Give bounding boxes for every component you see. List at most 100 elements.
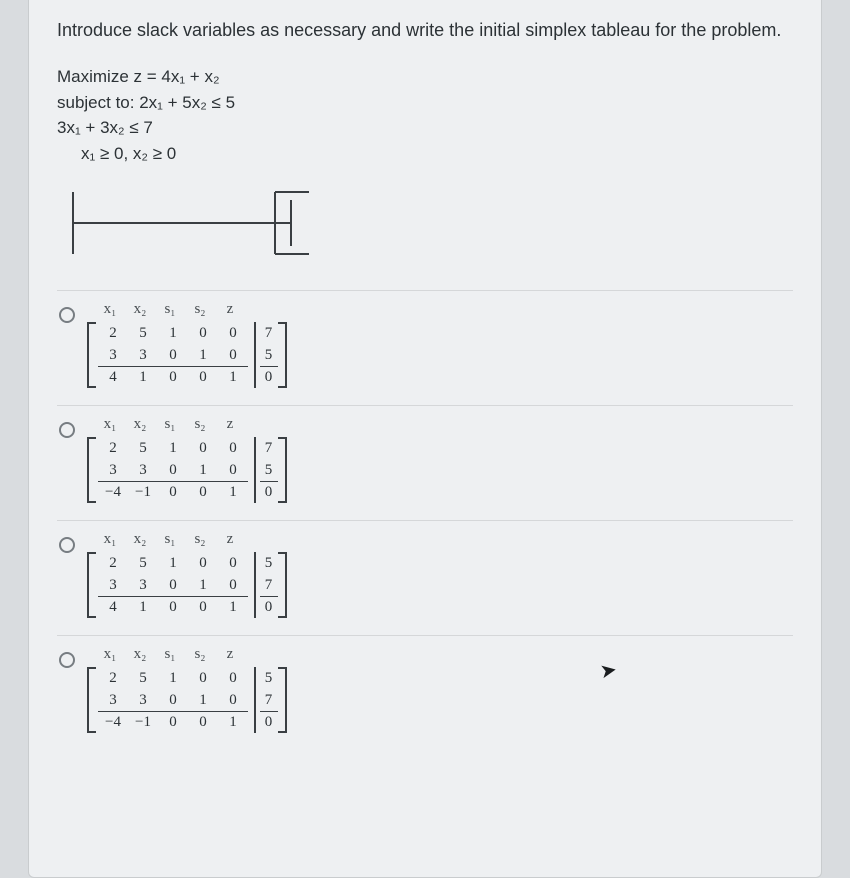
matrix-column-headers: x₁x₂s₁s₂z — [87, 416, 287, 433]
matrix-body: 251003301041001750 — [87, 322, 287, 388]
problem-formulation: Maximize z = 4x₁ + x₂ subject to: 2x₁ + … — [57, 64, 793, 166]
matrix-cell: 0 — [188, 555, 218, 572]
rhs-cell: 5 — [260, 344, 278, 366]
rhs-cell: 7 — [260, 322, 278, 344]
augment-separator — [254, 552, 256, 618]
radio-button[interactable] — [59, 307, 75, 323]
matrix-cell: 0 — [158, 369, 188, 386]
matrix-cell: 0 — [158, 484, 188, 501]
matrix-cell: 1 — [218, 599, 248, 616]
tableau-matrix: x₁x₂s₁s₂z2510033010−4−1001750 — [87, 416, 287, 508]
matrix-cell: 0 — [188, 440, 218, 457]
column-header: x₂ — [125, 646, 155, 663]
rhs-cell: 5 — [260, 667, 278, 689]
answer-option[interactable]: x₁x₂s₁s₂z2510033010−4−1001750 — [57, 405, 793, 520]
right-bracket-icon — [278, 437, 287, 503]
column-header: z — [215, 531, 245, 548]
matrix-cell: 0 — [158, 692, 188, 709]
column-header: x₁ — [95, 646, 125, 663]
matrix-cell: 1 — [218, 369, 248, 386]
column-header: z — [215, 301, 245, 318]
matrix-cell: 1 — [218, 714, 248, 731]
column-header: x₂ — [125, 531, 155, 548]
matrix-row: 41001 — [98, 596, 248, 618]
matrix-cell: 3 — [98, 692, 128, 709]
matrix-row: 41001 — [98, 366, 248, 388]
column-header: x₂ — [125, 301, 155, 318]
left-bracket-icon — [87, 667, 96, 733]
matrix-cell: 0 — [218, 325, 248, 342]
matrix-cell: 3 — [128, 577, 158, 594]
matrix-rows: 2510033010−4−1001 — [98, 667, 248, 733]
matrix-cell: 0 — [188, 369, 218, 386]
matrix-cell: 0 — [188, 484, 218, 501]
matrix-row: 33010 — [98, 689, 248, 711]
radio-button[interactable] — [59, 537, 75, 553]
matrix-cell: 3 — [98, 462, 128, 479]
tableau-matrix: x₁x₂s₁s₂z251003301041001750 — [87, 301, 287, 393]
matrix-row: 33010 — [98, 459, 248, 481]
matrix-body: 2510033010−4−1001570 — [87, 667, 287, 733]
matrix-cell: 1 — [218, 484, 248, 501]
matrix-column-headers: x₁x₂s₁s₂z — [87, 301, 287, 318]
matrix-body: 2510033010−4−1001750 — [87, 437, 287, 503]
column-header: s₂ — [185, 646, 215, 663]
matrix-cell: 1 — [158, 325, 188, 342]
augment-separator — [254, 667, 256, 733]
rhs-cell: 0 — [260, 366, 278, 388]
matrix-column-headers: x₁x₂s₁s₂z — [87, 531, 287, 548]
matrix-cell: 5 — [128, 555, 158, 572]
right-bracket-icon — [278, 322, 287, 388]
tableau-matrix: x₁x₂s₁s₂z2510033010−4−1001570 — [87, 646, 287, 738]
matrix-cell: 5 — [128, 670, 158, 687]
augment-separator — [254, 437, 256, 503]
matrix-row: 25100 — [98, 552, 248, 574]
matrix-cell: 0 — [188, 325, 218, 342]
matrix-cell: 1 — [158, 670, 188, 687]
matrix-cell: 0 — [218, 440, 248, 457]
matrix-cell: 0 — [158, 577, 188, 594]
matrix-row: 25100 — [98, 667, 248, 689]
matrix-cell: 3 — [128, 462, 158, 479]
column-header: x₂ — [125, 416, 155, 433]
matrix-cell: 0 — [188, 599, 218, 616]
matrix-cell: 0 — [218, 692, 248, 709]
rhs-column: 570 — [260, 552, 278, 618]
rhs-cell: 0 — [260, 596, 278, 618]
matrix-cell: 0 — [218, 577, 248, 594]
matrix-cell: 1 — [128, 369, 158, 386]
matrix-cell: −1 — [128, 714, 158, 731]
column-header: s₁ — [155, 416, 185, 433]
augment-separator — [254, 322, 256, 388]
column-header: z — [215, 416, 245, 433]
matrix-row: −4−1001 — [98, 711, 248, 733]
rhs-cell: 7 — [260, 574, 278, 596]
constraint-2-line: 3x₁ + 3x₂ ≤ 7 — [57, 115, 793, 141]
rhs-column: 750 — [260, 437, 278, 503]
matrix-row: 33010 — [98, 574, 248, 596]
matrix-cell: 0 — [188, 714, 218, 731]
radio-button[interactable] — [59, 652, 75, 668]
maximize-line: Maximize z = 4x₁ + x₂ — [57, 64, 793, 90]
column-header: s₁ — [155, 301, 185, 318]
question-prompt: Introduce slack variables as necessary a… — [57, 18, 793, 42]
answer-option[interactable]: x₁x₂s₁s₂z251003301041001750 — [57, 290, 793, 405]
answer-option[interactable]: x₁x₂s₁s₂z2510033010−4−1001570 — [57, 635, 793, 750]
matrix-row: 33010 — [98, 344, 248, 366]
matrix-cell: 0 — [218, 347, 248, 364]
matrix-cell: 0 — [158, 347, 188, 364]
radio-button[interactable] — [59, 422, 75, 438]
column-header: z — [215, 646, 245, 663]
column-header: x₁ — [95, 531, 125, 548]
matrix-cell: 0 — [218, 670, 248, 687]
rhs-cell: 0 — [260, 481, 278, 503]
answer-option[interactable]: x₁x₂s₁s₂z251003301041001570 — [57, 520, 793, 635]
column-header: s₁ — [155, 531, 185, 548]
matrix-cell: 0 — [158, 599, 188, 616]
matrix-rows: 2510033010−4−1001 — [98, 437, 248, 503]
right-bracket-icon — [278, 552, 287, 618]
matrix-row: −4−1001 — [98, 481, 248, 503]
matrix-body: 251003301041001570 — [87, 552, 287, 618]
subject-to-line: subject to: 2x₁ + 5x₂ ≤ 5 — [57, 90, 793, 116]
rhs-cell: 7 — [260, 689, 278, 711]
